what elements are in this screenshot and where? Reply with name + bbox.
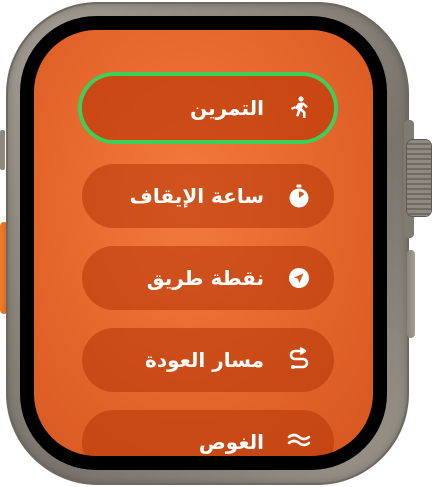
menu-item-label: نقطة طريق [146,266,264,290]
backtrack-route-icon [286,347,312,373]
speaker-grille [0,130,5,170]
menu-item-waypoint[interactable]: نقطة طريق [82,246,334,310]
watch-screen: التمرين ساعة الإيقاف نقطة طريق مسار العو… [34,30,373,456]
dive-icon [286,429,312,455]
menu-item-label: التمرين [190,96,264,120]
menu-item-stopwatch[interactable]: ساعة الإيقاف [82,164,334,228]
menu-item-label: الغوص [198,430,264,454]
stopwatch-icon [286,183,312,209]
menu-item-label: مسار العودة [145,348,264,372]
menu-item-backtrack[interactable]: مسار العودة [82,328,334,392]
running-figure-icon [286,95,312,121]
menu-item-dive[interactable]: الغوص [82,410,334,456]
digital-crown[interactable] [407,140,431,216]
watch-screenshot: التمرين ساعة الإيقاف نقطة طريق مسار العو… [0,0,439,487]
side-button[interactable] [407,250,415,338]
menu-item-workout[interactable]: التمرين [82,76,334,140]
menu-item-label: ساعة الإيقاف [129,184,264,208]
waypoint-arrow-icon [286,265,312,291]
